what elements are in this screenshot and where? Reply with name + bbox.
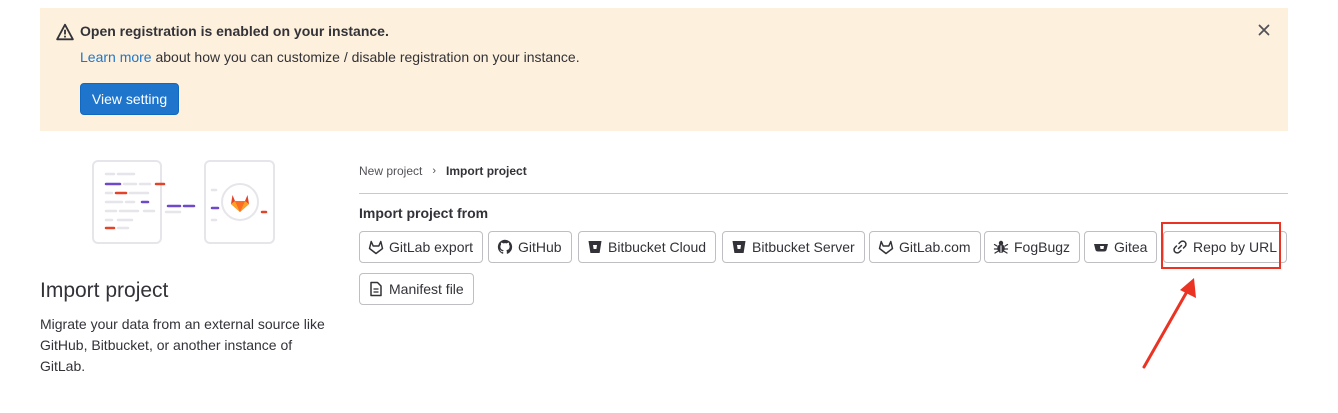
gitlab-com-label: GitLab.com [899, 239, 971, 255]
bitbucket-icon [588, 241, 602, 253]
fogbugz-label: FogBugz [1014, 239, 1071, 255]
gitlab-com-button[interactable]: GitLab.com [869, 231, 981, 263]
alert-body-text: about how you can customize / disable re… [151, 49, 580, 65]
gitea-label: Gitea [1114, 239, 1148, 255]
github-label: GitHub [518, 239, 562, 255]
alert-title: Open registration is enabled on your ins… [80, 23, 389, 39]
learn-more-link[interactable]: Learn more [80, 49, 152, 65]
document-icon [370, 281, 382, 297]
gitea-button[interactable]: Gitea [1084, 231, 1158, 263]
view-setting-button[interactable]: View setting [80, 83, 179, 115]
gitea-icon [1094, 244, 1108, 252]
bitbucket-server-button[interactable]: Bitbucket Server [722, 231, 865, 263]
tanuki-icon [368, 240, 384, 255]
import-source-label: Import project from [359, 205, 489, 221]
bitbucket-server-label: Bitbucket Server [752, 239, 855, 255]
import-illustration [92, 160, 275, 244]
breadcrumb-new-project[interactable]: New project [359, 164, 422, 178]
header-divider [359, 193, 1288, 194]
alert-body: Learn more about how you can customize /… [80, 49, 580, 65]
bitbucket-cloud-button[interactable]: Bitbucket Cloud [578, 231, 717, 263]
warning-icon [56, 23, 74, 41]
breadcrumb: New project › Import project [359, 164, 527, 178]
bitbucket-cloud-label: Bitbucket Cloud [608, 239, 707, 255]
gitlab-export-label: GitLab export [389, 239, 474, 255]
github-icon [497, 239, 513, 254]
tanuki-icon [878, 240, 894, 255]
chevron-right-icon: › [432, 165, 437, 177]
github-button[interactable]: GitHub [488, 231, 572, 263]
registration-alert: Open registration is enabled on your ins… [40, 8, 1288, 131]
breadcrumb-import-project[interactable]: Import project [446, 164, 527, 178]
close-icon[interactable] [1256, 22, 1272, 38]
manifest-file-button[interactable]: Manifest file [359, 273, 474, 305]
manifest-file-label: Manifest file [389, 281, 464, 297]
page-description: Migrate your data from an external sourc… [40, 316, 325, 374]
annotation-arrow [1142, 278, 1196, 369]
gitlab-export-button[interactable]: GitLab export [359, 231, 484, 263]
fogbugz-button[interactable]: FogBugz [984, 231, 1081, 263]
page-title: Import project [40, 279, 169, 302]
bug-icon [993, 240, 1009, 254]
bitbucket-icon [732, 241, 746, 253]
annotation-highlight-box [1161, 222, 1281, 269]
